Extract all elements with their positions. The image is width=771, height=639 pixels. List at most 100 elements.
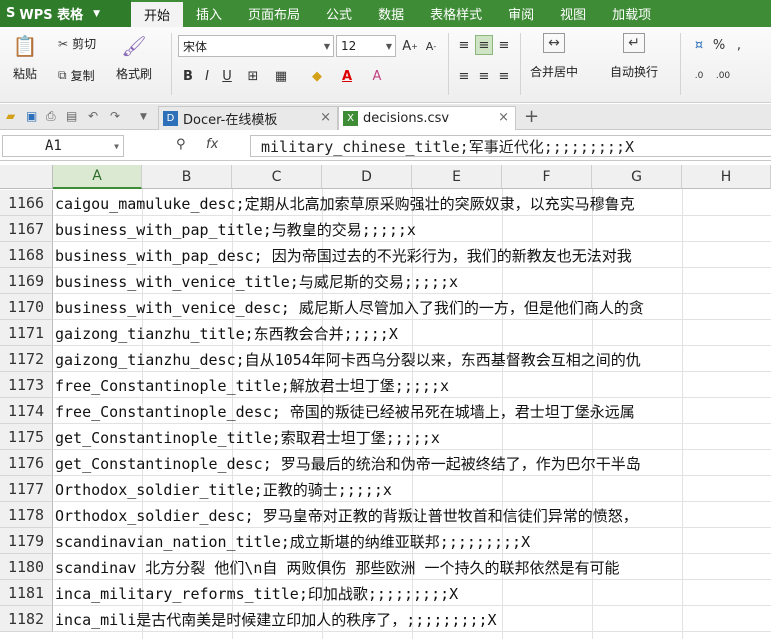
undo-icon[interactable]: ↶ xyxy=(88,109,98,123)
column-header-c[interactable]: C xyxy=(232,165,322,189)
increase-font-button[interactable]: A + xyxy=(401,36,419,56)
row-header[interactable]: 1169 xyxy=(0,268,53,294)
borders-icon[interactable]: ⊞ xyxy=(244,66,262,86)
cut-button[interactable]: ✂ 剪切 xyxy=(58,35,96,52)
cell-a[interactable]: gaizong_tianzhu_title;东西教会合并;;;;;X xyxy=(55,320,398,346)
cell-a[interactable]: gaizong_tianzhu_desc;自从1054年阿卡西乌分裂以来，东西基… xyxy=(55,346,641,372)
row-header[interactable]: 1166 xyxy=(0,190,53,216)
menu-data[interactable]: 数据 xyxy=(365,0,417,27)
close-icon[interactable]: × xyxy=(320,110,331,125)
menu-table-style[interactable]: 表格样式 xyxy=(417,0,495,27)
cell-a[interactable]: get_Constantinople_desc; 罗马最后的统治和伪帝一起被终结… xyxy=(55,450,641,476)
font-name-select[interactable]: 宋体 ▼ xyxy=(178,35,334,57)
underline-button[interactable]: U xyxy=(218,66,236,86)
cell-a[interactable]: business_with_pap_title;与教皇的交易;;;;;x xyxy=(55,216,416,242)
row-header[interactable]: 1179 xyxy=(0,528,53,554)
cell-style-icon[interactable]: ▦ xyxy=(272,66,290,86)
cell-a[interactable]: business_with_pap_desc; 因为帝国过去的不光彩行为，我们的… xyxy=(55,242,632,268)
cell-a[interactable]: Orthodox_soldier_title;正教的骑士;;;;;x xyxy=(55,476,392,502)
column-header-d[interactable]: D xyxy=(322,165,412,189)
merge-center-button[interactable]: ↔ 合并居中 xyxy=(530,33,578,80)
font-size-select[interactable]: 12 ▼ xyxy=(336,35,396,57)
comma-icon[interactable]: , xyxy=(730,35,748,55)
redo-icon[interactable]: ↷ xyxy=(110,109,120,123)
tab-decisions-csv[interactable]: X decisions.csv × xyxy=(338,106,516,130)
row-header[interactable]: 1182 xyxy=(0,606,53,632)
cell-a[interactable]: free_Constantinople_title;解放君士坦丁堡;;;;;x xyxy=(55,372,449,398)
fx-icon[interactable]: fx xyxy=(206,137,218,152)
formula-input[interactable]: military_chinese_title;军事近代化;;;;;;;;;X xyxy=(250,135,771,157)
tab-docer[interactable]: D Docer-在线模板 × xyxy=(158,106,338,130)
app-logo-label: WPS 表格 xyxy=(19,8,84,23)
app-menu-button[interactable]: S WPS 表格 ▼ xyxy=(0,0,131,27)
menu-review[interactable]: 审阅 xyxy=(495,0,547,27)
row-header[interactable]: 1180 xyxy=(0,554,53,580)
cell-a[interactable]: scandinavian_nation_title;成立斯堪的纳维亚联邦;;;;… xyxy=(55,528,530,554)
font-color-icon[interactable]: A xyxy=(338,66,356,86)
align-left-icon[interactable]: ≡ xyxy=(455,66,473,86)
align-right-icon[interactable]: ≡ xyxy=(495,66,513,86)
cell-a[interactable]: Orthodox_soldier_desc; 罗马皇帝对正教的背叛让普世牧首和信… xyxy=(55,502,638,528)
percent-button[interactable]: % xyxy=(710,35,728,55)
fill-color-icon[interactable]: ◆ xyxy=(308,66,326,86)
row-header[interactable]: 1167 xyxy=(0,216,53,242)
decrease-font-button[interactable]: A- xyxy=(422,36,440,56)
align-bottom-icon[interactable]: ≡ xyxy=(495,35,513,55)
copy-button[interactable]: ⧉ 复制 xyxy=(58,67,95,84)
name-box[interactable]: A1 ▼ xyxy=(2,135,124,157)
row-header[interactable]: 1178 xyxy=(0,502,53,528)
column-header-h[interactable]: H xyxy=(682,165,771,189)
align-top-icon[interactable]: ≡ xyxy=(455,35,473,55)
print-icon[interactable]: ⎙ xyxy=(46,109,56,124)
menu-formulas[interactable]: 公式 xyxy=(313,0,365,27)
cell-a[interactable]: inca_military_reforms_title;印加战歌;;;;;;;;… xyxy=(55,580,458,606)
column-header-a[interactable]: A xyxy=(53,165,142,189)
menu-page-layout[interactable]: 页面布局 xyxy=(235,0,313,27)
row-header[interactable]: 1168 xyxy=(0,242,53,268)
cell-a[interactable]: free_Constantinople_desc; 帝国的叛徒已经被吊死在城墙上… xyxy=(55,398,635,424)
row-header[interactable]: 1175 xyxy=(0,424,53,450)
open-folder-icon[interactable]: ▰ xyxy=(6,109,15,123)
bold-button[interactable]: B xyxy=(179,66,197,86)
new-tab-icon[interactable]: + xyxy=(524,106,539,127)
cell-a[interactable]: business_with_venice_title;与威尼斯的交易;;;;;x xyxy=(55,268,458,294)
cell-a[interactable]: caigou_mamuluke_desc;定期从北高加索草原采购强壮的突厥奴隶，… xyxy=(55,190,635,216)
cell-a[interactable]: get_Constantinople_title;索取君士坦丁堡;;;;;x xyxy=(55,424,440,450)
column-header-e[interactable]: E xyxy=(412,165,502,189)
row-header[interactable]: 1176 xyxy=(0,450,53,476)
align-middle-icon[interactable]: ≡ xyxy=(475,35,493,55)
ribbon-divider xyxy=(448,33,449,95)
row-header[interactable]: 1173 xyxy=(0,372,53,398)
align-center-icon[interactable]: ≡ xyxy=(475,66,493,86)
decrease-decimal-icon[interactable]: .00 xyxy=(714,66,732,86)
zoom-search-icon[interactable]: ⚲ xyxy=(176,137,186,152)
print-preview-icon[interactable]: ▤ xyxy=(66,109,77,123)
row-header[interactable]: 1174 xyxy=(0,398,53,424)
menu-home[interactable]: 开始 xyxy=(131,0,184,27)
column-header-f[interactable]: F xyxy=(502,165,592,189)
menu-view[interactable]: 视图 xyxy=(547,0,599,27)
menu-addins[interactable]: 加载项 xyxy=(599,0,664,27)
quick-access-more-icon[interactable]: ▼ xyxy=(140,112,147,122)
format-painter-button[interactable]: 🖌 格式刷 xyxy=(116,33,152,82)
cell-a[interactable]: scandinav 北方分裂 他们\n自 两败俱伤 那些欧洲 一个持久的联邦依然… xyxy=(55,554,620,580)
row-header[interactable]: 1170 xyxy=(0,294,53,320)
save-icon[interactable]: ▣ xyxy=(26,109,37,123)
currency-icon[interactable]: ¤ xyxy=(690,35,708,55)
paste-button[interactable]: 📋 粘贴 xyxy=(12,33,38,82)
wrap-text-button[interactable]: ↵ 自动换行 xyxy=(610,33,658,80)
italic-button[interactable]: I xyxy=(198,66,216,86)
column-header-g[interactable]: G xyxy=(592,165,682,189)
row-header[interactable]: 1172 xyxy=(0,346,53,372)
row-header[interactable]: 1171 xyxy=(0,320,53,346)
cell-a[interactable]: inca_mili是古代南美是时候建立印加人的秩序了，;;;;;;;;;X xyxy=(55,606,497,632)
column-header-b[interactable]: B xyxy=(142,165,232,189)
clear-format-icon[interactable]: A xyxy=(368,66,386,86)
cell-a[interactable]: business_with_venice_desc; 威尼斯人尽管加入了我们的一… xyxy=(55,294,644,320)
row-header[interactable]: 1177 xyxy=(0,476,53,502)
close-icon[interactable]: × xyxy=(498,110,509,125)
menu-insert[interactable]: 插入 xyxy=(183,0,235,27)
row-header[interactable]: 1181 xyxy=(0,580,53,606)
select-all-corner[interactable] xyxy=(0,165,53,189)
increase-decimal-icon[interactable]: .0 xyxy=(690,66,708,86)
